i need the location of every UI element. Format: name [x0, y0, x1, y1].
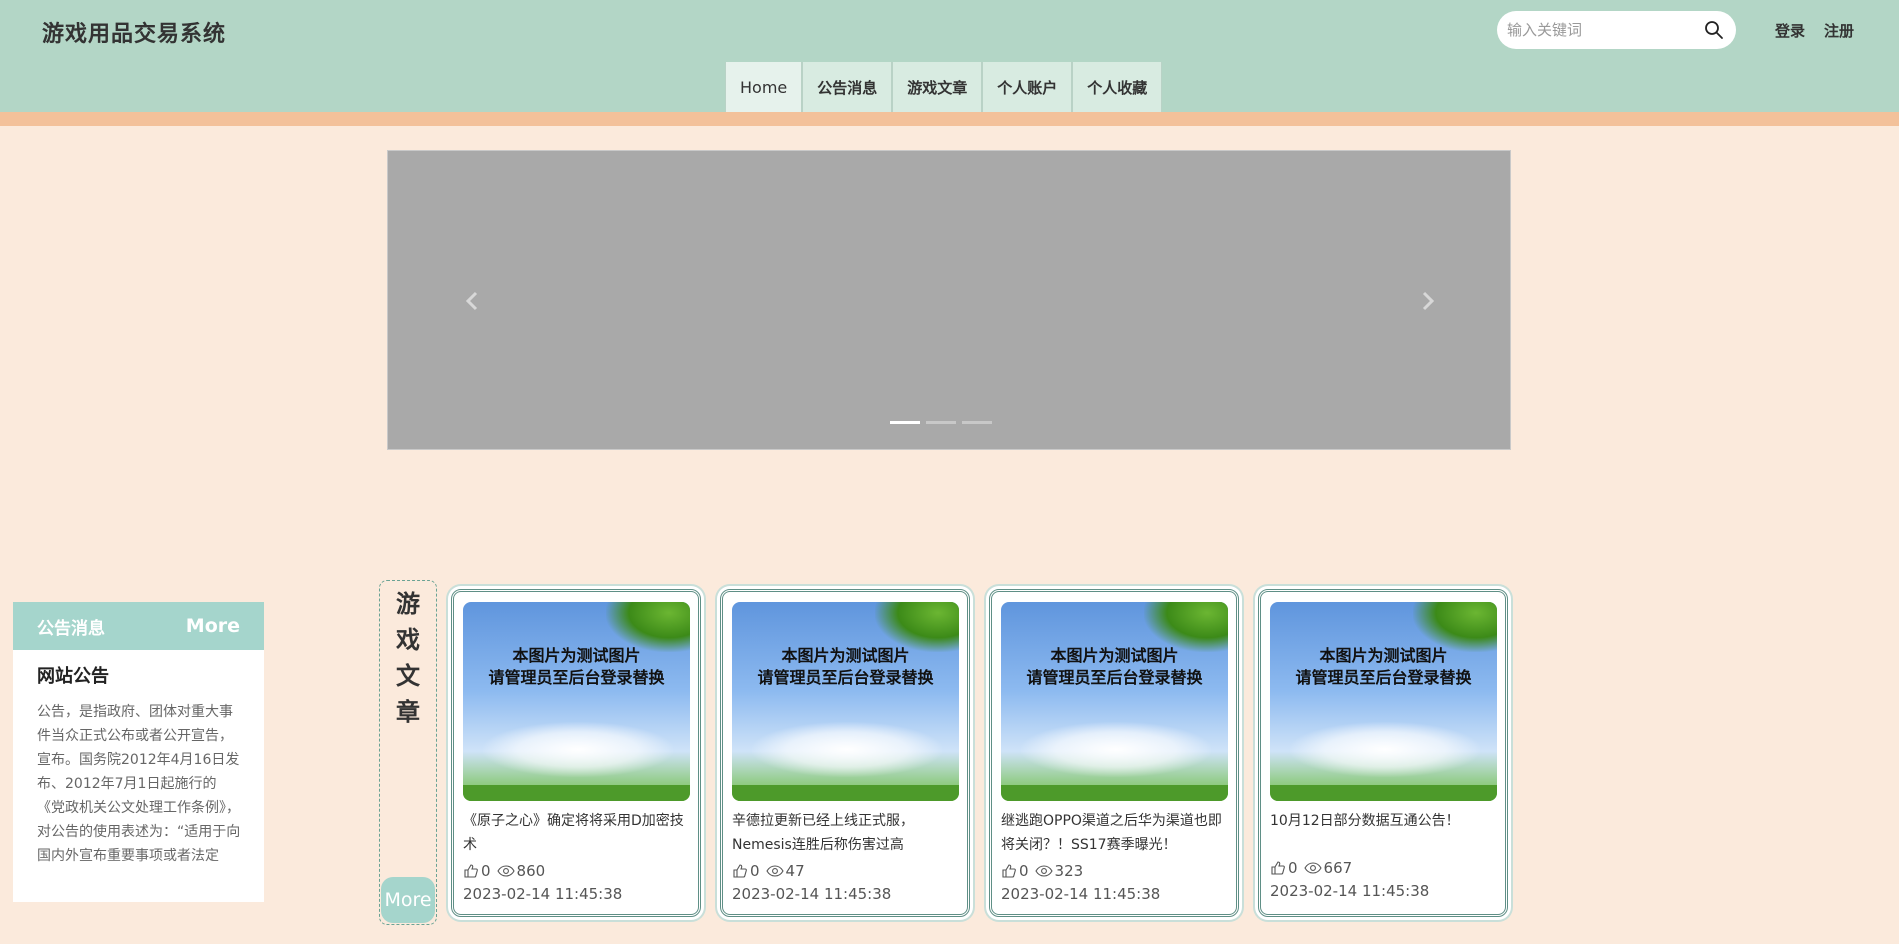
- article-thumbnail[interactable]: 本图片为测试图片 请管理员至后台登录替换: [463, 602, 690, 801]
- thumbs-up-icon: [1271, 861, 1285, 875]
- carousel-dot[interactable]: [890, 421, 920, 424]
- article-thumbnail[interactable]: 本图片为测试图片 请管理员至后台登录替换: [732, 602, 959, 801]
- thumbnail-caption: 请管理员至后台登录替换: [1295, 668, 1472, 687]
- section-title: 游 戏 文 章: [380, 586, 436, 730]
- article-stats: 0 860: [463, 861, 545, 881]
- articles-section-label: 游 戏 文 章 More: [379, 580, 437, 925]
- article-thumbnail[interactable]: 本图片为测试图片 请管理员至后台登录替换: [1001, 602, 1228, 801]
- article-date: 2023-02-14 11:45:38: [732, 885, 892, 903]
- thumbs-up-icon: [1002, 864, 1016, 878]
- chevron-right-icon[interactable]: [1416, 285, 1440, 317]
- thumbnail-caption: 请管理员至后台登录替换: [1026, 668, 1203, 687]
- article-date: 2023-02-14 11:45:38: [463, 885, 623, 903]
- nav-item-game-articles[interactable]: 游戏文章: [892, 62, 983, 112]
- search-input[interactable]: [1507, 19, 1697, 41]
- notice-fade: [13, 856, 264, 902]
- article-title[interactable]: 辛德拉更新已经上线正式服，Nemesis连胜后称伤害过高: [732, 809, 962, 857]
- article-card[interactable]: 本图片为测试图片 请管理员至后台登录替换 辛德拉更新已经上线正式服，Nemesi…: [720, 589, 970, 917]
- thumbnail-caption: 本图片为测试图片: [512, 646, 641, 665]
- article-date: 2023-02-14 11:45:38: [1270, 882, 1430, 900]
- notice-title[interactable]: 网站公告: [37, 662, 264, 688]
- chevron-left-icon[interactable]: [460, 285, 484, 317]
- thumbs-up-icon: [733, 864, 747, 878]
- main-nav: Home 公告消息 游戏文章 个人账户 个人收藏: [725, 62, 1163, 112]
- like-count: 0: [1288, 859, 1298, 877]
- nav-item-notices[interactable]: 公告消息: [802, 62, 893, 112]
- eye-icon: [765, 865, 784, 877]
- header-stripe: [0, 112, 1899, 126]
- notice-panel: 公告消息 More 网站公告 公告，是指政府、团体对重大事件当众正式公布或者公开…: [13, 602, 264, 902]
- article-title[interactable]: 10月12日部分数据互通公告！: [1270, 809, 1500, 857]
- thumbnail-caption: 本图片为测试图片: [1050, 646, 1179, 665]
- article-date: 2023-02-14 11:45:38: [1001, 885, 1161, 903]
- thumbnail-caption: 请管理员至后台登录替换: [488, 668, 665, 687]
- search-box: [1497, 11, 1736, 49]
- section-title-char: 章: [396, 698, 420, 726]
- thumbnail-caption: 本图片为测试图片: [781, 646, 910, 665]
- eye-icon: [1303, 862, 1322, 874]
- article-stats: 0 47: [732, 861, 805, 881]
- article-card[interactable]: 本图片为测试图片 请管理员至后台登录替换 继逃跑OPPO渠道之后华为渠道也即将关…: [989, 589, 1239, 917]
- thumbnail-caption: 请管理员至后台登录替换: [757, 668, 934, 687]
- article-card[interactable]: 本图片为测试图片 请管理员至后台登录替换 10月12日部分数据互通公告！ 0 6…: [1258, 589, 1508, 917]
- like-count: 0: [1019, 862, 1029, 880]
- section-title-char: 戏: [396, 626, 420, 654]
- notice-header-label: 公告消息: [37, 618, 105, 639]
- site-title: 游戏用品交易系统: [42, 22, 227, 47]
- notice-body: 公告，是指政府、团体对重大事件当众正式公布或者公开宣告，宣布。国务院2012年4…: [37, 704, 241, 864]
- carousel-dot[interactable]: [926, 421, 956, 424]
- article-stats: 0 667: [1270, 858, 1352, 878]
- search-icon[interactable]: [1704, 20, 1724, 40]
- view-count: 667: [1323, 859, 1353, 877]
- register-link[interactable]: 注册: [1824, 20, 1854, 41]
- like-count: 0: [481, 862, 491, 880]
- thumbnail-caption: 本图片为测试图片: [1319, 646, 1448, 665]
- section-title-char: 游: [396, 590, 420, 618]
- view-count: 323: [1054, 862, 1084, 880]
- notice-header: 公告消息 More: [13, 602, 264, 650]
- article-card[interactable]: 本图片为测试图片 请管理员至后台登录替换 《原子之心》确定将将采用D加密技术 0…: [451, 589, 701, 917]
- nav-item-home[interactable]: Home: [725, 62, 803, 112]
- section-title-char: 文: [396, 662, 420, 690]
- article-thumbnail[interactable]: 本图片为测试图片 请管理员至后台登录替换: [1270, 602, 1497, 801]
- like-count: 0: [750, 862, 760, 880]
- notice-more-link[interactable]: More: [186, 615, 240, 637]
- login-link[interactable]: 登录: [1775, 20, 1805, 41]
- eye-icon: [496, 865, 515, 877]
- carousel-dot[interactable]: [962, 421, 992, 424]
- nav-item-account[interactable]: 个人账户: [982, 62, 1073, 112]
- banner-carousel: [387, 150, 1511, 450]
- view-count: 47: [785, 862, 805, 880]
- carousel-indicators: [890, 421, 992, 424]
- thumbs-up-icon: [464, 864, 478, 878]
- article-stats: 0 323: [1001, 861, 1083, 881]
- eye-icon: [1034, 865, 1053, 877]
- article-title[interactable]: 《原子之心》确定将将采用D加密技术: [463, 809, 693, 857]
- nav-item-favorites[interactable]: 个人收藏: [1072, 62, 1163, 112]
- view-count: 860: [516, 862, 546, 880]
- article-title[interactable]: 继逃跑OPPO渠道之后华为渠道也即将关闭？！SS17赛季曝光！: [1001, 809, 1231, 857]
- articles-more-button[interactable]: More: [381, 877, 435, 923]
